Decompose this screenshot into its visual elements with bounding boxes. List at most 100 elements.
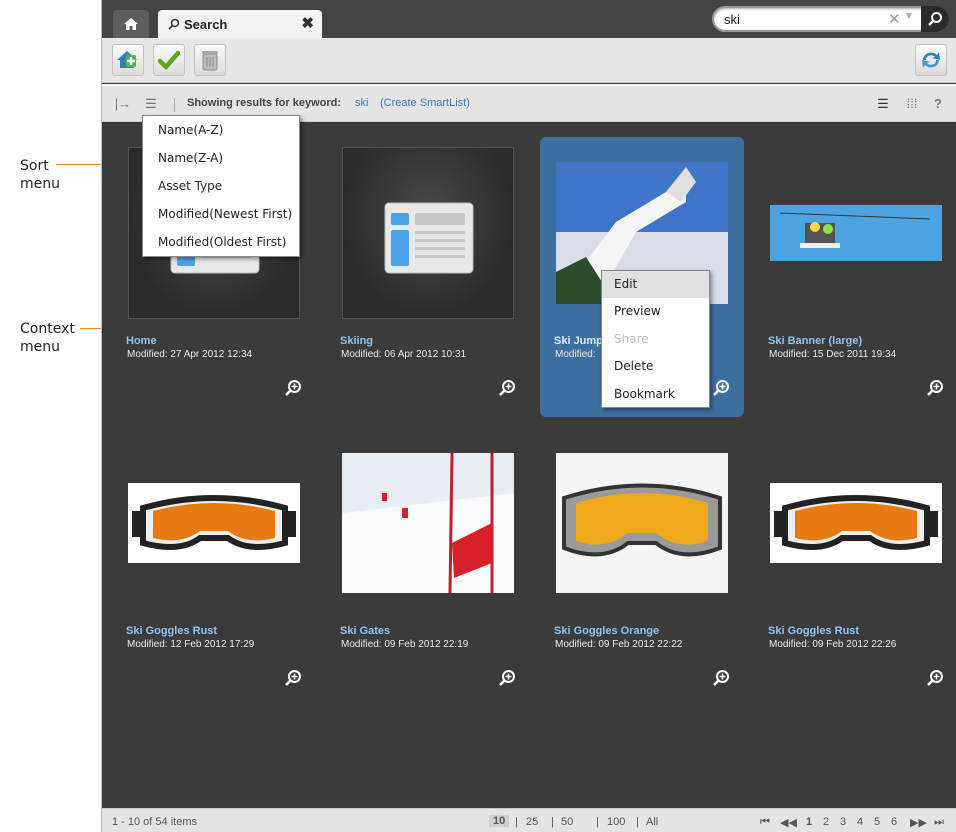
asset-modified: Modified: 06 Apr 2012 10:31 — [341, 349, 467, 360]
create-smartlist-link[interactable]: (Create SmartList) — [380, 97, 470, 109]
asset-title[interactable]: Ski Gates — [340, 625, 390, 637]
context-menu-item-edit[interactable]: Edit — [602, 271, 709, 299]
refresh-button[interactable] — [915, 44, 947, 76]
zoom-icon[interactable] — [926, 669, 944, 687]
page-number[interactable]: 1 — [806, 816, 812, 828]
asset-card[interactable]: Ski Banner (large) Modified: 15 Dec 2011 … — [744, 122, 956, 412]
zoom-icon[interactable] — [498, 669, 516, 687]
zoom-icon[interactable] — [498, 379, 516, 397]
sort-menu-item[interactable]: Asset Type — [143, 172, 299, 200]
page-size-option[interactable]: All — [646, 816, 658, 828]
trash-icon — [202, 51, 218, 71]
last-page-icon[interactable]: ⏭ — [934, 816, 944, 829]
search-button[interactable] — [921, 6, 949, 32]
page-number[interactable]: 5 — [874, 816, 880, 828]
annotation-sort-line2: menu — [20, 176, 60, 192]
search-dropdown-icon[interactable]: ▼ — [904, 11, 914, 22]
asset-card[interactable]: Ski Goggles Rust Modified: 12 Feb 2012 17… — [102, 412, 316, 702]
home-icon — [124, 18, 138, 30]
asset-thumbnail[interactable] — [342, 437, 514, 609]
page-number[interactable]: 2 — [823, 816, 829, 828]
page-number[interactable]: 3 — [840, 816, 846, 828]
refresh-icon — [922, 52, 940, 68]
asset-modified: Modified: 12 Feb 2012 17:29 — [127, 639, 255, 650]
delete-button[interactable] — [194, 44, 226, 76]
asset-thumbnail[interactable] — [128, 437, 300, 609]
page-size-separator: | — [551, 816, 554, 828]
asset-modified: Modified: — [555, 349, 596, 360]
toolbar — [102, 38, 956, 83]
first-page-icon[interactable]: ⏮ — [760, 816, 770, 829]
asset-thumbnail[interactable] — [342, 147, 514, 319]
keyword-link[interactable]: ski — [355, 97, 368, 109]
asset-card[interactable]: Ski Goggles Rust Modified: 09 Feb 2012 22… — [744, 412, 956, 702]
search-tab[interactable]: Search ✖ — [158, 10, 322, 38]
annotation-sort-menu: Sort menu — [20, 157, 60, 193]
asset-card[interactable]: Ski Goggles Orange Modified: 09 Feb 2012 … — [530, 412, 744, 702]
asset-modified: Modified: 09 Feb 2012 22:19 — [341, 639, 469, 650]
context-menu-item-delete[interactable]: Delete — [602, 353, 709, 380]
new-asset-button[interactable] — [112, 44, 144, 76]
asset-title[interactable]: Ski Goggles Rust — [126, 625, 217, 637]
page-number[interactable]: 4 — [857, 816, 863, 828]
search-tab-icon — [168, 18, 180, 30]
context-menu-item-preview[interactable]: Preview — [602, 298, 709, 325]
asset-modified: Modified: 09 Feb 2012 22:26 — [769, 639, 897, 650]
asset-title[interactable]: Ski Goggles Rust — [768, 625, 859, 637]
sort-menu-item[interactable]: Name(A-Z) — [143, 116, 299, 144]
sort-menu: Name(A-Z) Name(Z-A) Asset Type Modified(New… — [142, 115, 300, 257]
search-icon — [928, 12, 942, 26]
page-size-option[interactable]: 10 — [489, 815, 510, 827]
add-home-icon — [117, 51, 137, 68]
help-icon[interactable]: ? — [929, 96, 947, 112]
asset-thumbnail[interactable] — [770, 147, 942, 319]
asset-card[interactable]: Skiing Modified: 06 Apr 2012 10:31 — [316, 122, 530, 412]
results-text: Showing results for keyword: — [187, 97, 342, 109]
page-number[interactable]: 6 — [891, 816, 897, 828]
list-view-icon[interactable]: ☰ — [874, 96, 892, 112]
approve-button[interactable] — [153, 44, 185, 76]
asset-modified: Modified: 09 Feb 2012 22:22 — [555, 639, 683, 650]
context-menu: Edit Preview Share Delete Bookmark — [601, 270, 710, 408]
asset-title[interactable]: Ski Goggles Orange — [554, 625, 659, 637]
asset-title[interactable]: Ski Banner (large) — [768, 335, 862, 347]
zoom-icon[interactable] — [284, 669, 302, 687]
context-menu-item-bookmark[interactable]: Bookmark — [602, 381, 709, 408]
asset-modified: Modified: 15 Dec 2011 19:34 — [769, 349, 897, 360]
page-size-option[interactable]: 50 — [561, 816, 573, 828]
grid-view-icon[interactable]: ⁞⁞⁞ — [903, 96, 921, 112]
context-menu-item-share: Share — [614, 331, 649, 346]
page-size-separator: | — [636, 816, 639, 828]
sort-menu-item[interactable]: Modified(Newest First) — [143, 200, 299, 228]
asset-thumbnail[interactable] — [770, 437, 942, 609]
zoom-icon[interactable] — [284, 379, 302, 397]
sort-menu-item[interactable]: Modified(Oldest First) — [143, 228, 299, 256]
page-size-separator: | — [515, 816, 518, 828]
clear-search-icon[interactable]: ✕ — [888, 10, 901, 28]
screenshot: Sort menu Context menu Search ✖ ski ✕ ▼ — [0, 0, 956, 832]
annotation-sort-line1: Sort — [20, 158, 49, 174]
next-page-icon[interactable]: ▶▶ — [910, 816, 927, 829]
sort-menu-item[interactable]: Name(Z-A) — [143, 144, 299, 172]
asset-title[interactable]: Home — [126, 335, 157, 347]
asset-title[interactable]: Skiing — [340, 335, 373, 347]
zoom-icon[interactable] — [712, 669, 730, 687]
annotation-context-line2: menu — [20, 339, 60, 355]
search-input-value[interactable]: ski — [724, 12, 740, 27]
search-tab-label: Search — [184, 16, 228, 32]
page-size-option[interactable]: 100 — [607, 816, 625, 828]
checkmark-icon — [157, 50, 181, 70]
close-tab-icon[interactable]: ✖ — [301, 14, 314, 32]
home-tab[interactable] — [113, 10, 149, 38]
asset-modified: Modified: 27 Apr 2012 12:34 — [127, 349, 253, 360]
zoom-icon[interactable] — [712, 379, 730, 397]
search-input[interactable]: ski ✕ ▼ — [712, 6, 949, 32]
zoom-icon[interactable] — [926, 379, 944, 397]
sort-icon[interactable]: ☰ — [142, 96, 160, 112]
asset-title[interactable]: Ski Jump — [554, 335, 603, 347]
asset-thumbnail[interactable] — [556, 437, 728, 609]
collapse-panel-icon[interactable]: |→ — [114, 96, 132, 112]
asset-card[interactable]: Ski Gates Modified: 09 Feb 2012 22:19 — [316, 412, 530, 702]
page-size-option[interactable]: 25 — [526, 816, 538, 828]
prev-page-icon[interactable]: ◀◀ — [780, 816, 797, 829]
